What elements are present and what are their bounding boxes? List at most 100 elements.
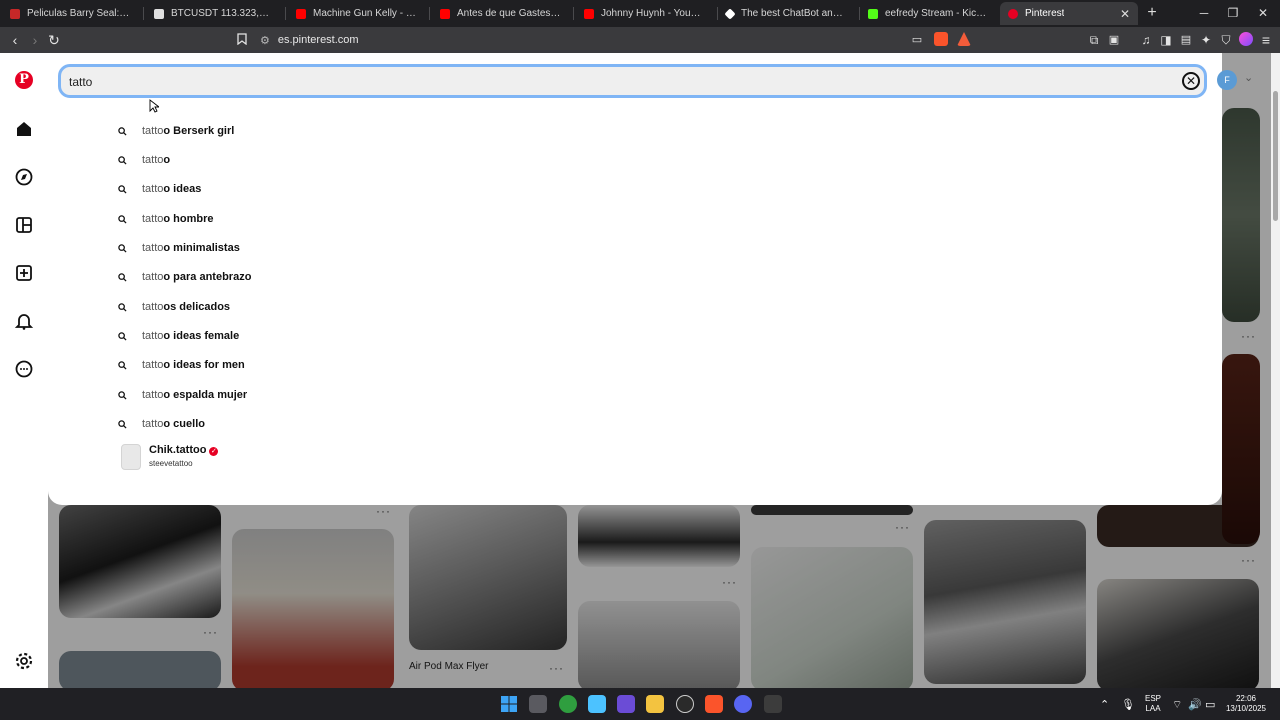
sidebar-icon[interactable]: ◨ xyxy=(1157,31,1175,49)
search-bar: ✕ xyxy=(58,64,1207,98)
kick-favicon-icon xyxy=(868,8,878,19)
suggestion-item[interactable]: tatto o ideas xyxy=(118,179,201,199)
new-tab-button[interactable]: + xyxy=(1143,4,1161,22)
xbox-icon[interactable] xyxy=(559,695,577,713)
suggestion-item[interactable]: tatto o ideas female xyxy=(118,326,239,346)
browser-toolbar: ‹ › ↻ ⚙ es.pinterest.com ▭ ⧉ ▣ ♫ ◨ ▤ ✦ ⛉… xyxy=(0,27,1280,53)
suggestion-item[interactable]: tatto o xyxy=(118,150,170,170)
wifi-icon[interactable]: ⌔ xyxy=(1172,698,1182,712)
tab-strip: Peliculas Barry Seal: Sólo en América BT… xyxy=(0,0,1280,27)
screenshot-icon[interactable]: ▣ xyxy=(1105,31,1123,49)
mouse-cursor-icon xyxy=(149,99,159,113)
file-explorer-icon[interactable] xyxy=(646,695,664,713)
store-icon[interactable] xyxy=(588,695,606,713)
chevron-down-icon[interactable]: ⌄ xyxy=(1244,71,1253,84)
bookmark-icon[interactable] xyxy=(233,31,251,49)
reload-icon[interactable]: ↻ xyxy=(45,31,63,49)
vpn-shield-icon[interactable]: ⛉ xyxy=(1217,31,1235,49)
microphone-icon[interactable]: 🎙 xyxy=(1121,698,1135,711)
search-icon xyxy=(118,155,132,165)
search-icon xyxy=(118,214,132,224)
menu-icon[interactable]: ≡ xyxy=(1257,31,1275,49)
app-icon[interactable] xyxy=(764,695,782,713)
close-window-button[interactable]: ✕ xyxy=(1252,4,1274,22)
account-handle: steevetattoo xyxy=(149,459,193,468)
volume-icon[interactable]: 🔊 xyxy=(1188,698,1202,711)
minimize-button[interactable]: ─ xyxy=(1193,4,1215,22)
app-icon[interactable] xyxy=(617,695,635,713)
youtube-favicon-icon xyxy=(296,8,306,19)
search-input[interactable] xyxy=(69,73,1149,91)
pinterest-logo-icon[interactable]: P xyxy=(15,71,33,89)
search-icon xyxy=(118,390,132,400)
suggestion-item[interactable]: tatto o para antebrazo xyxy=(118,267,251,287)
home-icon[interactable] xyxy=(14,119,34,139)
address-bar[interactable]: ⚙ es.pinterest.com xyxy=(254,30,984,50)
battery-icon[interactable]: ▭ xyxy=(1205,698,1215,711)
suggestion-item[interactable]: tatto o cuello xyxy=(118,414,205,434)
search-icon xyxy=(118,184,132,194)
tab-johnny-huynh[interactable]: Johnny Huynh - YouTube xyxy=(576,2,714,25)
windows-taskbar: ⌃ 🎙 ESP LAA ⌔ 🔊 ▭ 22:06 13/10/2025 xyxy=(0,688,1280,720)
extensions-icon[interactable]: ⧉ xyxy=(1085,31,1103,49)
tradingview-favicon-icon xyxy=(154,8,164,19)
suggestion-item[interactable]: tatto os delicados xyxy=(118,297,230,317)
windows-start-icon[interactable] xyxy=(500,695,518,713)
keyboard-layout-indicator: LAA xyxy=(1145,704,1161,713)
suggestion-item[interactable]: tatto o minimalistas xyxy=(118,238,240,258)
settings-gear-icon[interactable] xyxy=(14,651,34,671)
cast-icon[interactable]: ▭ xyxy=(908,31,926,49)
tab-kick-dashboard[interactable]: eefredy Stream - Kick Dashboard xyxy=(860,2,998,25)
profile-avatar[interactable]: F xyxy=(1217,70,1237,90)
suggestion-item[interactable]: tatto o Berserk girl xyxy=(118,121,234,141)
create-plus-icon[interactable] xyxy=(14,263,34,283)
brave-shield-icon[interactable] xyxy=(934,32,948,46)
task-view-icon[interactable] xyxy=(529,695,547,713)
search-icon xyxy=(118,126,132,136)
restore-button[interactable]: ❐ xyxy=(1222,4,1244,22)
close-tab-icon[interactable]: ✕ xyxy=(1114,7,1130,21)
suggestion-item[interactable]: tatto o hombre xyxy=(118,209,214,229)
diamond-favicon-icon xyxy=(724,7,736,20)
scrollbar-thumb[interactable] xyxy=(1273,91,1278,221)
suggestion-item[interactable]: tatto o ideas for men xyxy=(118,355,245,375)
account-suggestion[interactable]: Chik.tattoo ✓ steevetattoo xyxy=(121,444,219,470)
notifications-bell-icon[interactable] xyxy=(14,311,34,331)
suggestion-item[interactable]: tatto o espalda mujer xyxy=(118,385,247,405)
back-arrow-icon[interactable]: ‹ xyxy=(6,31,24,49)
verified-badge-icon: ✓ xyxy=(209,447,219,456)
site-settings-icon[interactable]: ⚙ xyxy=(260,34,270,47)
tab-antes-de-que-gastes[interactable]: Antes de que Gastes - BATTLEF xyxy=(432,2,570,25)
tab-chatbot-widgets[interactable]: The best ChatBot and Widgets xyxy=(718,2,856,25)
tab-machine-gun-kelly[interactable]: Machine Gun Kelly - Downfalls xyxy=(288,2,426,25)
search-icon xyxy=(118,419,132,429)
tab-peliculas[interactable]: Peliculas Barry Seal: Sólo en América xyxy=(2,2,140,25)
leo-ai-icon[interactable]: ✦ xyxy=(1197,31,1215,49)
youtube-favicon-icon xyxy=(440,8,450,19)
url-text: es.pinterest.com xyxy=(277,34,359,46)
m-favicon-icon xyxy=(10,8,20,19)
forward-arrow-icon[interactable]: › xyxy=(26,31,44,49)
account-avatar xyxy=(121,444,141,470)
pinterest-favicon-icon xyxy=(1008,8,1018,19)
boards-grid-icon[interactable] xyxy=(14,215,34,235)
search-suggestions-panel: tatto o Berserk girl tatto o tatto o ideas … xyxy=(48,53,1222,505)
tab-pinterest[interactable]: Pinterest ✕ xyxy=(1000,2,1138,25)
language-indicator: ESP xyxy=(1144,694,1161,703)
wallet-icon[interactable]: ▤ xyxy=(1177,31,1195,49)
tab-btcusdt[interactable]: BTCUSDT 113.323,77 ▼ −1.6% xyxy=(146,2,282,25)
messages-chat-icon[interactable] xyxy=(14,359,34,379)
brave-browser-icon[interactable] xyxy=(705,695,723,713)
clear-circle-x-icon[interactable]: ✕ xyxy=(1182,72,1200,90)
explore-compass-icon[interactable] xyxy=(14,167,34,187)
page-scrollbar[interactable] xyxy=(1271,53,1280,688)
music-icon[interactable]: ♫ xyxy=(1137,31,1155,49)
discord-icon[interactable] xyxy=(734,695,752,713)
chevron-up-icon[interactable]: ⌃ xyxy=(1100,698,1109,711)
profile-extension-icon[interactable] xyxy=(1239,32,1253,46)
search-icon xyxy=(118,272,132,282)
clock-time: 22:06 xyxy=(1235,694,1257,703)
chatgpt-icon[interactable] xyxy=(676,695,694,713)
clock-date: 13/10/2025 xyxy=(1225,704,1267,713)
search-icon xyxy=(118,331,132,341)
